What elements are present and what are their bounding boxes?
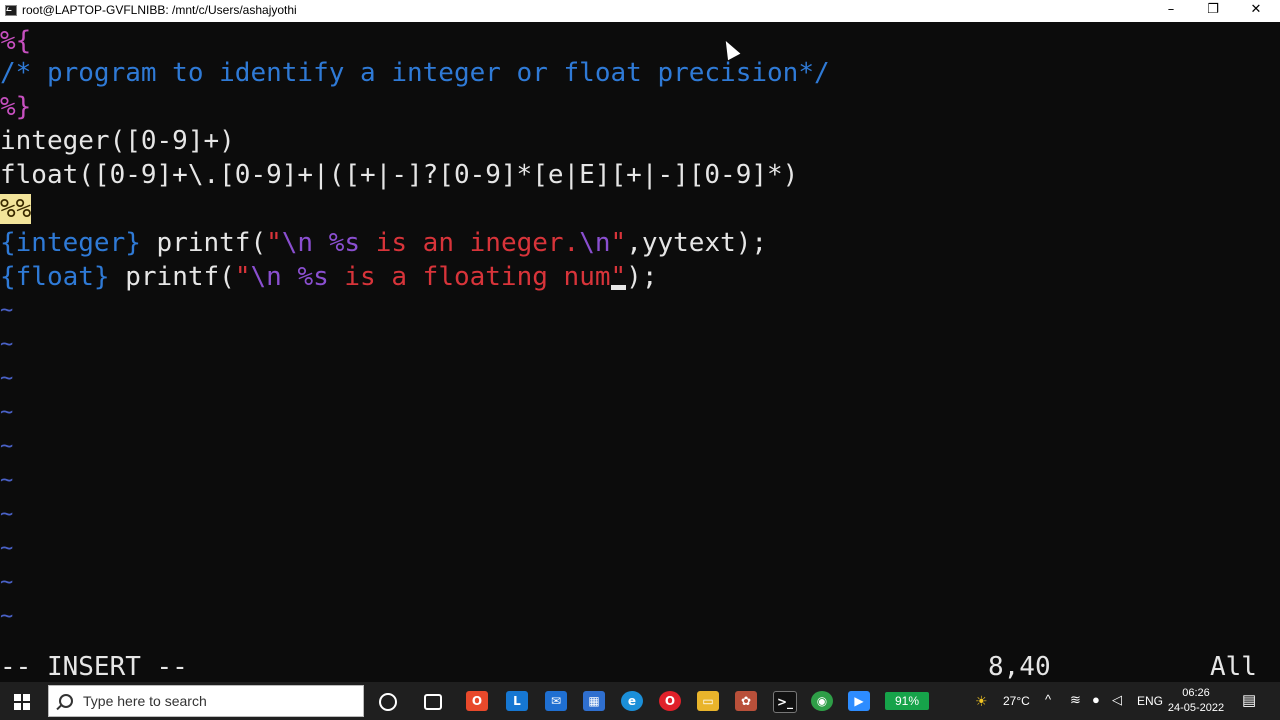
zoom-icon[interactable]: ▶ <box>848 691 870 711</box>
function-token: printf( <box>140 228 267 258</box>
microphone-icon[interactable]: ● <box>1092 692 1100 707</box>
window-title: root@LAPTOP-GVFLNIBB: /mnt/c/Users/ashaj… <box>22 3 297 17</box>
lync-icon[interactable]: L <box>506 691 528 711</box>
string-quote: " <box>266 228 282 258</box>
pattern-token: {integer} <box>0 228 141 258</box>
cortana-icon[interactable] <box>379 693 397 711</box>
escape-token: \n <box>281 228 314 258</box>
vim-mode-indicator: -- INSERT -- <box>0 652 188 682</box>
matched-delimiter: %% <box>0 194 32 224</box>
escape-token: \n <box>250 262 282 292</box>
weather-icon[interactable]: ☀ <box>975 693 988 710</box>
mail-icon[interactable]: ✉ <box>545 691 567 711</box>
empty-line-marker: ~ <box>0 468 14 493</box>
terminal-taskbar-icon[interactable]: >_ <box>773 691 797 713</box>
code-line-6: %% <box>0 192 32 226</box>
edge-icon[interactable]: e <box>621 691 643 711</box>
args-token: ); <box>626 262 658 292</box>
window-title-bar: root@LAPTOP-GVFLNIBB: /mnt/c/Users/ashaj… <box>0 0 1280 22</box>
volume-icon[interactable]: ◁ <box>1112 692 1122 708</box>
empty-line-marker: ~ <box>0 434 14 459</box>
taskbar-search-input[interactable]: Type here to search <box>48 685 364 717</box>
windows-start-icon[interactable] <box>14 694 30 710</box>
empty-line-marker: ~ <box>0 502 14 527</box>
string-text: is an ineger. <box>360 228 580 258</box>
battery-indicator[interactable]: 91% <box>885 692 929 710</box>
restore-button[interactable]: ❐ <box>1192 0 1234 22</box>
terminal-app-icon <box>5 5 17 16</box>
empty-line-marker: ~ <box>0 604 14 629</box>
taskbar: Type here to search O L ✉ ▦ e O ▭ ✿ >_ ◉… <box>0 682 1280 720</box>
terminal-area[interactable]: %{ /* program to identify a integer or f… <box>0 22 1280 682</box>
opera-icon[interactable]: O <box>659 691 681 711</box>
task-view-icon[interactable] <box>424 694 442 710</box>
text-cursor: " <box>610 262 627 292</box>
empty-line-marker: ~ <box>0 332 14 357</box>
office-icon[interactable]: O <box>466 691 488 711</box>
empty-line-marker: ~ <box>0 536 14 561</box>
minimize-button[interactable]: – <box>1150 0 1192 22</box>
function-token: printf( <box>109 262 235 292</box>
app-icon[interactable]: ✿ <box>735 691 757 711</box>
code-line-5: float([0-9]+\.[0-9]+|([+|-]?[0-9]*[e|E][… <box>0 160 799 190</box>
code-line-1: %{ <box>0 26 32 56</box>
clock-date: 24-05-2022 <box>1167 702 1225 714</box>
string-quote: " <box>610 228 627 258</box>
search-icon <box>59 694 73 708</box>
code-line-4: integer([0-9]+) <box>0 126 235 156</box>
empty-line-marker: ~ <box>0 298 14 323</box>
args-token: ,yytext); <box>626 228 768 258</box>
close-button[interactable]: ✕ <box>1235 0 1277 22</box>
wifi-icon[interactable]: ≋ <box>1070 692 1081 708</box>
code-line-2: /* program to identify a integer or floa… <box>0 58 830 88</box>
store-icon[interactable]: ▦ <box>583 691 605 711</box>
string-text: is a floating num <box>328 262 611 292</box>
chevron-up-icon[interactable]: ^ <box>1045 692 1051 707</box>
format-token: %s <box>328 228 361 258</box>
clock-time: 06:26 <box>1182 687 1210 699</box>
empty-line-marker: ~ <box>0 400 14 425</box>
format-token: %s <box>297 262 329 292</box>
temperature[interactable]: 27°C <box>1003 694 1030 708</box>
code-line-3: %} <box>0 92 32 122</box>
notification-icon[interactable]: ▤ <box>1242 691 1256 709</box>
file-explorer-icon[interactable]: ▭ <box>697 691 719 711</box>
language-indicator[interactable]: ENG <box>1137 694 1163 708</box>
scroll-position: All <box>1210 652 1257 682</box>
empty-line-marker: ~ <box>0 570 14 595</box>
escape-token: \n <box>579 228 611 258</box>
search-placeholder: Type here to search <box>83 693 207 709</box>
string-quote: " <box>234 262 251 292</box>
pattern-token: {float} <box>0 262 110 292</box>
clock[interactable]: 06:26 24-05-2022 <box>1166 686 1226 716</box>
empty-line-marker: ~ <box>0 366 14 391</box>
chrome-icon[interactable]: ◉ <box>811 691 833 711</box>
cursor-position: 8,40 <box>988 652 1051 682</box>
code-line-8: {float} printf("\n %s is a floating num"… <box>0 260 657 294</box>
code-line-7: {integer} printf("\n %s is an ineger.\n"… <box>0 226 767 260</box>
